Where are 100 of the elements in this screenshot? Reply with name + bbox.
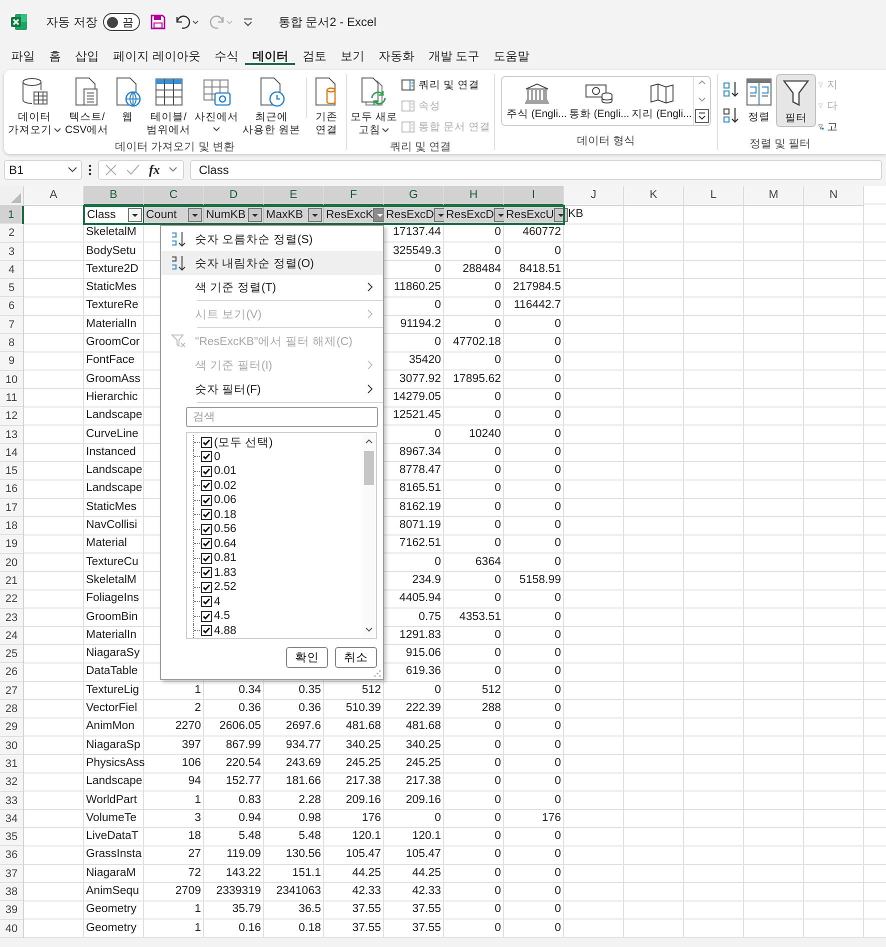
row-header[interactable]: 7 [0,316,24,334]
save-icon[interactable] [150,14,166,30]
filter-dropdown-icon[interactable] [308,208,322,222]
table-header-cell[interactable]: Count [144,206,204,224]
more-options-icon[interactable] [88,164,92,176]
column-header[interactable]: C [144,186,204,206]
ribbon-button[interactable]: 사진에서 [192,74,241,134]
insert-function-button[interactable]: fx [149,162,160,178]
row-header[interactable]: 33 [0,792,24,810]
column-header[interactable]: F [324,186,384,206]
menu-item[interactable]: 색 기준 정렬(T) [161,275,383,299]
menu-item[interactable]: 숫자 필터(F) [161,377,383,401]
ribbon-tab[interactable]: 파일 [4,44,42,68]
value-label[interactable]: 0.64 [214,538,236,550]
row-header[interactable]: 30 [0,736,24,755]
row-header[interactable]: 10 [0,370,24,389]
data-type-button[interactable]: 지리 (Engli... [630,82,693,120]
ribbon-tab[interactable]: 데이터 [245,44,296,68]
row-header[interactable]: 19 [0,535,24,554]
ribbon-button[interactable]: 테이블/ 범위에서 [144,74,193,140]
value-label[interactable]: (모두 선택) [214,434,273,450]
checkbox[interactable] [201,480,212,492]
row-header[interactable]: 26 [0,663,24,682]
ribbon-small-button[interactable]: 고 [816,117,840,136]
ribbon-tab[interactable]: 자동화 [371,44,422,68]
value-label[interactable]: 0.01 [214,465,236,478]
column-header[interactable]: E [264,186,324,206]
undo-icon[interactable] [174,14,200,30]
row-header[interactable]: 3 [0,242,24,261]
row-header[interactable]: 21 [0,572,24,590]
row-header[interactable]: 18 [0,517,24,536]
filter-dropdown-icon[interactable] [248,208,262,222]
resize-grip-icon[interactable] [374,670,381,677]
table-header-cell[interactable]: ResExcD [444,206,504,224]
checkbox[interactable] [201,524,212,535]
more-icon[interactable] [694,109,709,123]
column-header[interactable]: N [804,186,864,206]
value-label[interactable]: 0.18 [214,508,236,521]
menu-item[interactable]: 숫자 내림차순 정렬(O) [161,251,383,275]
ribbon-button[interactable]: 필터 [776,74,816,128]
row-header[interactable]: 2 [0,224,24,243]
row-header[interactable]: 8 [0,334,24,352]
column-header[interactable]: G [384,186,444,206]
row-header[interactable]: 23 [0,608,24,627]
scrollbar[interactable] [362,433,376,638]
value-label[interactable]: 4.88 [214,624,236,637]
filter-dropdown-icon[interactable] [554,208,568,222]
checkbox[interactable] [201,509,212,520]
row-header[interactable]: 35 [0,828,24,846]
checkbox[interactable] [201,451,212,462]
ribbon-tab[interactable]: 검토 [295,44,334,68]
scroll-thumb[interactable] [364,451,374,485]
row-header[interactable]: 5 [0,279,24,298]
row-header[interactable]: 12 [0,407,24,426]
table-header-cell[interactable]: NumKB [204,206,264,224]
ribbon-button[interactable]: 데이터 가져오기 [6,74,63,140]
row-header[interactable]: 6 [0,297,24,316]
refresh-all-button[interactable]: 모두 새로 고침 [348,74,400,140]
column-header[interactable]: H [444,186,504,206]
row-header[interactable]: 34 [0,810,24,828]
column-header[interactable]: B [84,186,144,206]
table-header-cell[interactable]: MaxKB [264,206,324,224]
ribbon-button[interactable]: 기존 연결 [310,74,344,140]
filter-dropdown-icon[interactable] [128,208,142,222]
value-label[interactable]: 4 [214,596,220,608]
row-header[interactable]: 37 [0,864,24,883]
table-header-cell[interactable]: ResExcD [384,206,444,224]
value-label[interactable]: 0.06 [214,494,236,506]
name-box[interactable]: B1 [4,160,82,180]
row-header[interactable]: 20 [0,554,24,572]
filter-dropdown-icon[interactable] [188,208,202,222]
dialog-button[interactable]: 확인 [286,647,328,668]
autosave-toggle[interactable]: 끔 [103,13,140,31]
ribbon-small-button[interactable]: 쿼리 및 연결 [399,75,492,94]
column-header[interactable]: K [624,186,684,206]
ribbon-tab[interactable]: 삽입 [68,44,106,68]
row-header[interactable]: 9 [0,352,24,371]
formula-field[interactable]: Class [190,160,882,180]
column-header[interactable]: D [204,186,264,206]
row-header[interactable]: 28 [0,700,24,718]
value-label[interactable]: 0.81 [214,552,236,564]
row-header[interactable]: 38 [0,882,24,902]
row-header[interactable]: 24 [0,626,24,646]
check-icon[interactable] [126,164,140,176]
checkbox[interactable] [201,494,212,506]
ribbon-tab[interactable]: 홈 [42,44,68,68]
value-label[interactable]: 2.52 [214,581,236,594]
checkbox[interactable] [201,567,212,578]
data-type-button[interactable]: 통화 (Engli... [568,82,630,120]
checkbox[interactable] [201,552,212,564]
row-header[interactable]: 4 [0,260,24,280]
column-header[interactable]: A [24,186,84,206]
row-header[interactable]: 29 [0,718,24,737]
value-label[interactable]: 1.83 [214,566,236,579]
sort-descending-icon[interactable] [722,106,740,124]
checkbox[interactable] [201,596,212,608]
checkbox[interactable] [201,610,212,622]
row-header[interactable]: 36 [0,846,24,865]
menu-item[interactable]: 숫자 오름차순 정렬(S) [161,227,383,251]
row-header[interactable]: 13 [0,426,24,444]
